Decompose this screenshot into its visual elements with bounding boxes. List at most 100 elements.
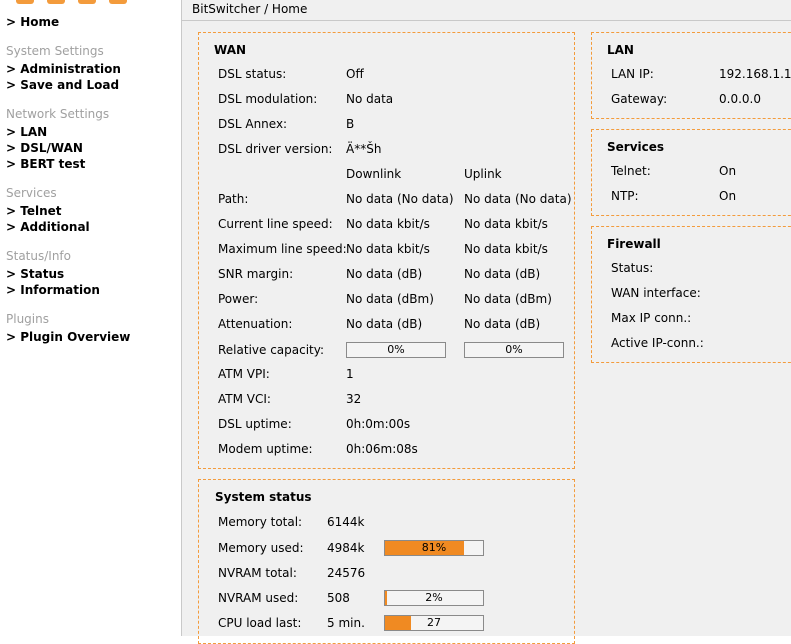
- nvram-used-value: 508: [327, 591, 350, 605]
- dsl-status-label: DSL status:: [218, 67, 287, 81]
- lan-ip-value: 192.168.1.1: [719, 67, 791, 81]
- firewall-panel: Firewall Status: WAN interface: Max IP c…: [591, 226, 791, 363]
- nav-home[interactable]: > Home: [6, 15, 59, 29]
- downlink-header: Downlink: [346, 167, 402, 181]
- main-content: BitSwitcher / Home WAN DSL status: Off D…: [181, 0, 791, 644]
- nvram-used-label: NVRAM used:: [218, 591, 299, 605]
- path-uplink: No data (No data): [464, 192, 572, 206]
- system-status-title: System status: [215, 490, 312, 504]
- nav-section-plugins: Plugins: [6, 312, 49, 326]
- telnet-value: On: [719, 164, 737, 178]
- wan-title: WAN: [214, 43, 247, 57]
- dsl-uptime-value: 0h:0m:00s: [346, 417, 411, 431]
- dsl-driver-value: Ä**Šh: [346, 142, 382, 156]
- cpu-load-bar: 27: [384, 615, 484, 631]
- memory-used-bar: 81%: [384, 540, 484, 556]
- nav-section-network-settings: Network Settings: [6, 107, 110, 121]
- top-icon[interactable]: [47, 0, 65, 4]
- power-downlink: No data (dBm): [346, 292, 434, 306]
- nav-bert-test[interactable]: > BERT test: [6, 157, 85, 171]
- snr-margin-downlink: No data (dB): [346, 267, 423, 281]
- divider: [182, 20, 791, 21]
- lan-title: LAN: [607, 43, 634, 57]
- uplink-header: Uplink: [464, 167, 502, 181]
- cpu-load-value: 5 min.: [327, 616, 365, 630]
- wan-interface-label: WAN interface:: [611, 286, 701, 300]
- attenuation-downlink: No data (dB): [346, 317, 423, 331]
- top-icon[interactable]: [109, 0, 127, 4]
- relative-capacity-label: Relative capacity:: [218, 343, 325, 357]
- nav-lan[interactable]: > LAN: [6, 125, 47, 139]
- power-uplink: No data (dBm): [464, 292, 552, 306]
- telnet-label: Telnet:: [611, 164, 651, 178]
- nav-status[interactable]: > Status: [6, 267, 64, 281]
- lan-ip-label: LAN IP:: [611, 67, 654, 81]
- current-line-speed-downlink: No data kbit/s: [346, 217, 430, 231]
- dsl-status-value: Off: [346, 67, 364, 81]
- nav-section-services: Services: [6, 186, 57, 200]
- dsl-annex-value: B: [346, 117, 355, 131]
- nav-telnet[interactable]: > Telnet: [6, 204, 62, 218]
- nav-save-and-load[interactable]: > Save and Load: [6, 78, 119, 92]
- snr-margin-uplink: No data (dB): [464, 267, 541, 281]
- atm-vpi-label: ATM VPI:: [218, 367, 270, 381]
- wan-panel: WAN DSL status: Off DSL modulation: No d…: [198, 32, 575, 469]
- path-label: Path:: [218, 192, 249, 206]
- nav-section-system-settings: System Settings: [6, 44, 104, 58]
- max-ip-conn-label: Max IP conn.:: [611, 311, 692, 325]
- services-title: Services: [607, 140, 665, 154]
- ntp-label: NTP:: [611, 189, 639, 203]
- ntp-value: On: [719, 189, 737, 203]
- top-icon[interactable]: [16, 0, 34, 4]
- max-line-speed-label: Maximum line speed:: [218, 242, 347, 256]
- max-line-speed-uplink: No data kbit/s: [464, 242, 548, 256]
- lan-panel: LAN LAN IP: 192.168.1.1 Gateway: 0.0.0.0: [591, 32, 791, 119]
- cpu-load-bar-text: 27: [427, 616, 441, 629]
- dsl-annex-label: DSL Annex:: [218, 117, 288, 131]
- nav-dsl-wan[interactable]: > DSL/WAN: [6, 141, 83, 155]
- nvram-total-label: NVRAM total:: [218, 566, 297, 580]
- nvram-used-bar-text: 2%: [425, 591, 443, 604]
- modem-uptime-value: 0h:06m:08s: [346, 442, 418, 456]
- services-panel: Services Telnet: On NTP: On: [591, 129, 791, 216]
- snr-margin-label: SNR margin:: [218, 267, 294, 281]
- max-line-speed-downlink: No data kbit/s: [346, 242, 430, 256]
- system-status-panel: System status Memory total: 6144k Memory…: [198, 479, 575, 644]
- nav-administration[interactable]: > Administration: [6, 62, 121, 76]
- memory-used-value: 4984k: [327, 541, 365, 555]
- atm-vci-value: 32: [346, 392, 362, 406]
- dsl-uptime-label: DSL uptime:: [218, 417, 292, 431]
- nav-plugin-overview[interactable]: > Plugin Overview: [6, 330, 130, 344]
- nav-information[interactable]: > Information: [6, 283, 100, 297]
- atm-vpi-value: 1: [346, 367, 354, 381]
- relative-capacity-uplink-bar: 0%: [464, 342, 564, 358]
- nvram-used-bar: 2%: [384, 590, 484, 606]
- sidebar: > Home System Settings > Administration …: [0, 0, 166, 636]
- atm-vci-label: ATM VCI:: [218, 392, 271, 406]
- nav-additional[interactable]: > Additional: [6, 220, 90, 234]
- nvram-total-value: 24576: [327, 566, 366, 580]
- dsl-modulation-value: No data: [346, 92, 394, 106]
- modem-uptime-label: Modem uptime:: [218, 442, 313, 456]
- path-downlink: No data (No data): [346, 192, 454, 206]
- memory-used-label: Memory used:: [218, 541, 304, 555]
- nav-section-status-info: Status/Info: [6, 249, 71, 263]
- breadcrumb: BitSwitcher / Home: [192, 2, 308, 16]
- memory-used-bar-text: 81%: [421, 541, 447, 554]
- relative-capacity-uplink-text: 0%: [505, 343, 523, 356]
- cpu-load-label: CPU load last:: [218, 616, 302, 630]
- active-ip-conn-label: Active IP-conn.:: [611, 336, 704, 350]
- attenuation-uplink: No data (dB): [464, 317, 541, 331]
- dsl-driver-label: DSL driver version:: [218, 142, 333, 156]
- dsl-modulation-label: DSL modulation:: [218, 92, 318, 106]
- memory-total-label: Memory total:: [218, 515, 303, 529]
- attenuation-label: Attenuation:: [218, 317, 293, 331]
- gateway-value: 0.0.0.0: [719, 92, 761, 106]
- firewall-status-label: Status:: [611, 261, 654, 275]
- relative-capacity-downlink-text: 0%: [387, 343, 405, 356]
- top-icon[interactable]: [78, 0, 96, 4]
- gateway-label: Gateway:: [611, 92, 668, 106]
- current-line-speed-uplink: No data kbit/s: [464, 217, 548, 231]
- relative-capacity-downlink-bar: 0%: [346, 342, 446, 358]
- firewall-title: Firewall: [607, 237, 661, 251]
